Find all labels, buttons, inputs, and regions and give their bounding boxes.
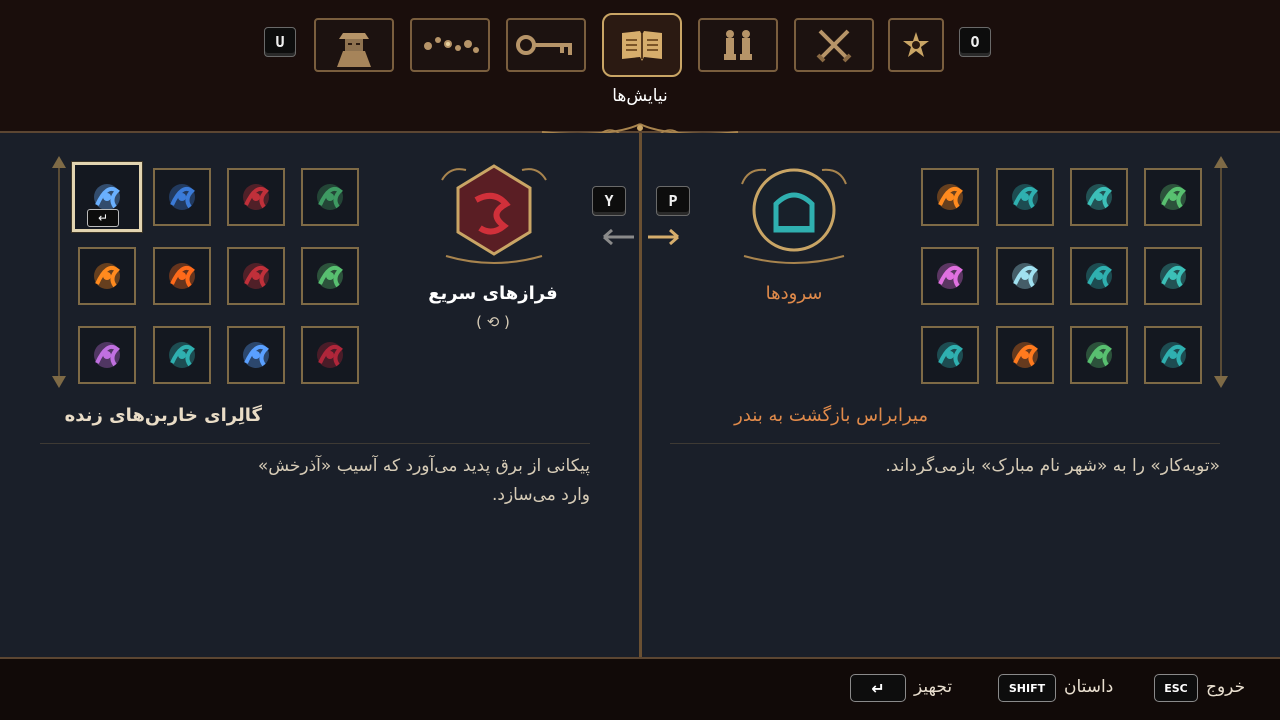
tab-prayers[interactable] — [602, 13, 682, 77]
right-prayer-slot[interactable] — [1070, 247, 1128, 305]
right-prayer-slot[interactable] — [996, 326, 1054, 384]
left-section-title: گالِرای خاربن‌های زنده — [64, 405, 262, 426]
swap-right-key[interactable]: P — [656, 186, 690, 216]
teal-slash-icon — [1086, 263, 1112, 289]
blue-claw-icon — [169, 184, 195, 210]
red-serpent-icon — [317, 342, 343, 368]
left-description-line1: پیکانی از برق پدید می‌آورد که آسیب «آذرخ… — [257, 456, 590, 476]
left-prayer-slot[interactable] — [227, 326, 285, 384]
left-prayer-slot[interactable] — [153, 326, 211, 384]
crossed-swords-icon — [816, 29, 852, 63]
equipped-badge: ↵ — [87, 209, 119, 227]
swap-left-key[interactable]: Y — [592, 186, 626, 216]
red-hat-icon — [243, 263, 269, 289]
left-emblem-sublabel: ( ⟲ ) — [476, 313, 510, 331]
left-prayer-slot[interactable] — [78, 326, 136, 384]
tab-combat[interactable] — [794, 18, 874, 72]
zigzag-icon — [1012, 263, 1038, 289]
figures-icon — [724, 30, 752, 60]
quick-verses-emblem[interactable] — [436, 160, 552, 268]
right-prayer-slot[interactable] — [921, 168, 979, 226]
left-scrollbar[interactable] — [58, 160, 60, 386]
right-description: «توبه‌کار» را به «شهر نام مبارک» بازمی‌گ… — [885, 456, 1220, 476]
tab-rosary[interactable] — [410, 18, 490, 72]
right-section-divider — [670, 443, 1220, 444]
fireballs-icon — [169, 263, 195, 289]
hourglass-icon — [1160, 263, 1186, 289]
right-prayer-slot[interactable] — [1070, 326, 1128, 384]
clover-icon — [1160, 184, 1186, 210]
left-prayer-slot[interactable] — [227, 247, 285, 305]
scroll-down-arrow-icon — [52, 376, 66, 388]
arrow-right-icon — [648, 228, 679, 246]
purple-spark-icon — [94, 342, 120, 368]
left-description-line2: وارد می‌سازد. — [492, 485, 590, 505]
left-prayer-slot[interactable] — [153, 168, 211, 226]
next-tab-key[interactable]: O — [959, 27, 991, 57]
right-prayer-slot[interactable] — [996, 247, 1054, 305]
teal-bell-icon — [1086, 184, 1112, 210]
green-leaf-icon — [317, 184, 343, 210]
prev-tab-key[interactable]: U — [264, 27, 296, 57]
blue-stars-icon — [243, 342, 269, 368]
active-tab-title: نیایش‌ها — [612, 86, 668, 106]
right-section-title: میرابراس بازگشت به بندر — [734, 405, 928, 426]
candles-icon — [937, 184, 963, 210]
left-prayer-slot[interactable] — [153, 247, 211, 305]
left-prayer-slot[interactable] — [78, 247, 136, 305]
teal-vortex-icon — [937, 342, 963, 368]
red-ring-icon — [243, 184, 269, 210]
green-gem-icon — [1086, 342, 1112, 368]
left-prayer-slot[interactable] — [301, 168, 359, 226]
tab-character[interactable] — [314, 18, 394, 72]
key-icon — [516, 35, 572, 55]
story-label: داستان — [1064, 677, 1114, 697]
equip-label: تجهیز — [914, 677, 953, 697]
right-prayer-slot[interactable] — [1144, 168, 1202, 226]
exit-key[interactable]: ESC — [1154, 674, 1198, 702]
right-prayer-slot[interactable] — [996, 168, 1054, 226]
left-prayer-slot[interactable]: ↵ — [72, 162, 142, 232]
arrow-left-icon — [603, 228, 634, 246]
scroll-up-arrow-icon — [52, 156, 66, 168]
left-prayer-slot[interactable] — [301, 247, 359, 305]
tab-figures[interactable] — [698, 18, 778, 72]
right-prayer-slot[interactable] — [921, 247, 979, 305]
teal-crown-icon — [169, 342, 195, 368]
left-section-divider — [40, 443, 590, 444]
tab-keys[interactable] — [506, 18, 586, 72]
book-icon — [622, 31, 662, 61]
left-emblem-label: فرازهای سریع — [428, 283, 558, 304]
fire-burst-icon — [94, 263, 120, 289]
green-spiral-icon — [317, 263, 343, 289]
panel-divider — [639, 133, 642, 657]
right-prayer-slot[interactable] — [921, 326, 979, 384]
left-prayer-slot[interactable] — [301, 326, 359, 384]
portrait-icon — [337, 33, 371, 67]
equip-key[interactable]: ↵ — [850, 674, 906, 702]
pink-pillar-icon — [937, 263, 963, 289]
star-emblem-icon — [903, 32, 929, 57]
right-scrollbar[interactable] — [1220, 160, 1222, 386]
story-key[interactable]: SHIFT — [998, 674, 1056, 702]
shrine-icon — [1012, 184, 1038, 210]
left-prayer-slot[interactable] — [227, 168, 285, 226]
teal-swirl-icon — [1160, 342, 1186, 368]
hymns-emblem[interactable] — [734, 160, 854, 268]
orange-tornado-icon — [1012, 342, 1038, 368]
tab-emblem[interactable] — [888, 18, 944, 72]
rosary-icon — [424, 37, 479, 53]
right-emblem-label: سرودها — [765, 283, 823, 304]
scroll-down-arrow-icon — [1214, 376, 1228, 388]
right-prayer-slot[interactable] — [1070, 168, 1128, 226]
scroll-up-arrow-icon — [1214, 156, 1228, 168]
exit-label: خروج — [1206, 677, 1246, 697]
right-prayer-slot[interactable] — [1144, 326, 1202, 384]
right-prayer-slot[interactable] — [1144, 247, 1202, 305]
